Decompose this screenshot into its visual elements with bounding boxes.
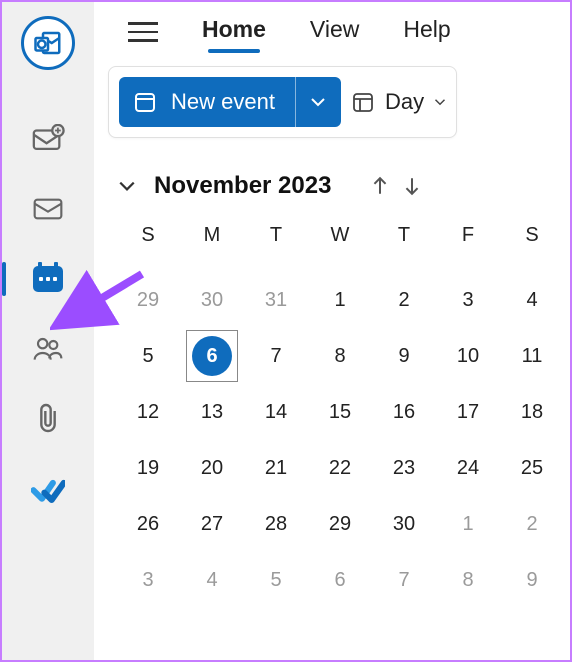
calendar-day[interactable]: 14 (246, 386, 306, 438)
hamburger-icon[interactable] (128, 22, 158, 42)
calendar-day[interactable]: 9 (374, 330, 434, 382)
calendar-day[interactable]: 21 (246, 442, 306, 494)
tab-view[interactable]: View (310, 16, 359, 49)
calendar-day[interactable]: 6 (310, 554, 370, 606)
new-event-dropdown[interactable] (295, 77, 341, 127)
calendar-icon (33, 266, 63, 292)
month-header: November 2023 (118, 172, 570, 200)
calendar-day[interactable]: 18 (502, 386, 562, 438)
calendar-day[interactable]: 8 (438, 554, 498, 606)
tab-help[interactable]: Help (403, 16, 450, 49)
rail-files[interactable] (2, 384, 94, 454)
calendar-day[interactable]: 29 (118, 274, 178, 326)
calendar-day[interactable]: 23 (374, 442, 434, 494)
new-event-label: New event (171, 89, 275, 115)
calendar-day[interactable]: 26 (118, 498, 178, 550)
outlook-logo[interactable] (21, 16, 75, 70)
toolbar-card: New event Day (108, 66, 457, 138)
chevron-down-icon (310, 97, 326, 107)
calendar-day[interactable]: 16 (374, 386, 434, 438)
day-view-icon (351, 90, 375, 114)
calendar-day[interactable]: 3 (438, 274, 498, 326)
chevron-down-icon (434, 98, 446, 106)
rail-calendar[interactable] (2, 244, 94, 314)
calendar-day[interactable]: 19 (118, 442, 178, 494)
calendar-day[interactable]: 2 (502, 498, 562, 550)
dow-header: W (310, 218, 370, 270)
tab-home[interactable]: Home (202, 16, 266, 49)
chevron-down-icon[interactable] (118, 180, 136, 192)
top-tab-bar: Home View Help (94, 2, 570, 62)
month-title: November 2023 (154, 172, 331, 200)
calendar-day[interactable]: 4 (502, 274, 562, 326)
day-label: Day (385, 89, 424, 115)
calendar-day[interactable]: 28 (246, 498, 306, 550)
calendar-day[interactable]: 22 (310, 442, 370, 494)
view-day-button[interactable]: Day (351, 89, 446, 115)
calendar-day[interactable]: 4 (182, 554, 242, 606)
calendar-day[interactable]: 13 (182, 386, 242, 438)
calendar-day[interactable]: 25 (502, 442, 562, 494)
calendar-day[interactable]: 10 (438, 330, 498, 382)
calendar-day[interactable]: 30 (374, 498, 434, 550)
arrow-up-icon[interactable] (371, 176, 389, 196)
calendar-day[interactable]: 6 (182, 330, 242, 382)
arrow-down-icon[interactable] (403, 176, 421, 196)
calendar-day[interactable]: 7 (246, 330, 306, 382)
calendar-day[interactable]: 11 (502, 330, 562, 382)
calendar-day[interactable]: 9 (502, 554, 562, 606)
calendar-day[interactable]: 5 (246, 554, 306, 606)
new-event-button[interactable]: New event (119, 77, 295, 127)
calendar-day[interactable]: 30 (182, 274, 242, 326)
calendar-day[interactable]: 27 (182, 498, 242, 550)
calendar-grid: SMTWTFS293031123456789101112131415161718… (118, 218, 570, 606)
toolbar: New event Day (108, 66, 570, 138)
calendar-day[interactable]: 17 (438, 386, 498, 438)
rail-mail[interactable] (2, 174, 94, 244)
dow-header: M (182, 218, 242, 270)
calendar-day[interactable]: 24 (438, 442, 498, 494)
calendar-day[interactable]: 1 (438, 498, 498, 550)
dow-header: S (118, 218, 178, 270)
rail-people[interactable] (2, 314, 94, 384)
main-panel: Home View Help New event (94, 2, 570, 660)
calendar-day[interactable]: 7 (374, 554, 434, 606)
left-navigation-rail (2, 2, 94, 660)
calendar-day[interactable]: 8 (310, 330, 370, 382)
calendar-day[interactable]: 2 (374, 274, 434, 326)
calendar-day[interactable]: 1 (310, 274, 370, 326)
dow-header: S (502, 218, 562, 270)
calendar-day[interactable]: 20 (182, 442, 242, 494)
calendar-day[interactable]: 31 (246, 274, 306, 326)
calendar-day[interactable]: 29 (310, 498, 370, 550)
calendar-day[interactable]: 12 (118, 386, 178, 438)
rail-mail-unread[interactable] (2, 104, 94, 174)
dow-header: T (246, 218, 306, 270)
calendar-day[interactable]: 15 (310, 386, 370, 438)
calendar-day[interactable]: 5 (118, 330, 178, 382)
calendar-blank-icon (133, 90, 157, 114)
rail-todo[interactable] (2, 454, 94, 524)
mini-calendar: November 2023 SMTWTFS2930311234567891011… (110, 172, 570, 606)
dow-header: F (438, 218, 498, 270)
new-event-split-button: New event (119, 77, 341, 127)
calendar-day[interactable]: 3 (118, 554, 178, 606)
dow-header: T (374, 218, 434, 270)
